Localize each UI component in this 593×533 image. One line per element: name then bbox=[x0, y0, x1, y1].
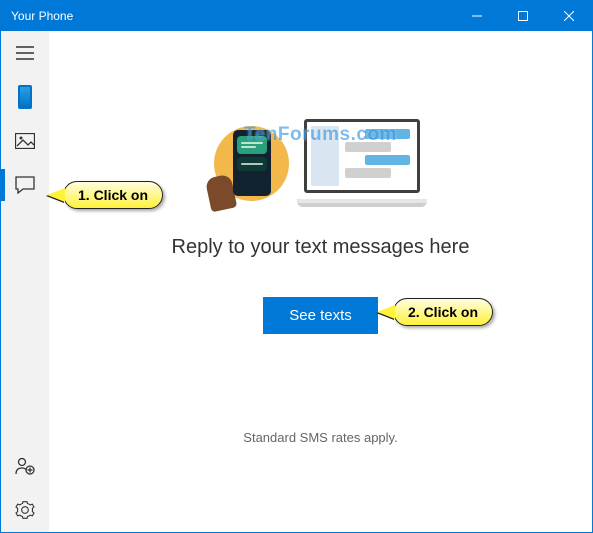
footnote-text: Standard SMS rates apply. bbox=[243, 430, 397, 445]
main-content: TenForums.com bbox=[49, 31, 592, 532]
sidebar bbox=[1, 31, 49, 532]
app-body: TenForums.com bbox=[1, 31, 592, 532]
sidebar-item-photos[interactable] bbox=[1, 119, 49, 163]
annotation-step-1: 1. Click on bbox=[47, 181, 163, 209]
phone-device-icon bbox=[18, 85, 32, 109]
minimize-button[interactable] bbox=[454, 1, 500, 31]
image-icon bbox=[15, 133, 35, 149]
sidebar-item-settings[interactable] bbox=[1, 488, 49, 532]
see-texts-button[interactable]: See texts bbox=[263, 297, 378, 334]
close-button[interactable] bbox=[546, 1, 592, 31]
gear-icon bbox=[15, 500, 35, 520]
minimize-icon bbox=[472, 11, 482, 21]
page-heading: Reply to your text messages here bbox=[172, 236, 470, 259]
window-title: Your Phone bbox=[1, 9, 454, 23]
sidebar-item-phone[interactable] bbox=[1, 75, 49, 119]
close-icon bbox=[564, 11, 574, 21]
maximize-button[interactable] bbox=[500, 1, 546, 31]
window-controls bbox=[454, 1, 592, 31]
chat-icon bbox=[15, 176, 35, 194]
app-window: Your Phone bbox=[0, 0, 593, 533]
watermark-text: TenForums.com bbox=[244, 124, 397, 146]
person-link-icon bbox=[15, 456, 35, 476]
hamburger-menu-button[interactable] bbox=[1, 31, 49, 75]
sidebar-item-link-phone[interactable] bbox=[1, 444, 49, 488]
sidebar-spacer bbox=[1, 207, 49, 444]
menu-icon bbox=[16, 46, 34, 60]
hero-illustration: TenForums.com bbox=[214, 118, 427, 208]
annotation-step-2-label: 2. Click on bbox=[393, 298, 493, 326]
maximize-icon bbox=[518, 11, 528, 21]
sidebar-item-messages[interactable] bbox=[1, 163, 49, 207]
annotation-step-1-label: 1. Click on bbox=[63, 181, 163, 209]
titlebar: Your Phone bbox=[1, 1, 592, 31]
annotation-step-2: 2. Click on bbox=[377, 298, 493, 326]
